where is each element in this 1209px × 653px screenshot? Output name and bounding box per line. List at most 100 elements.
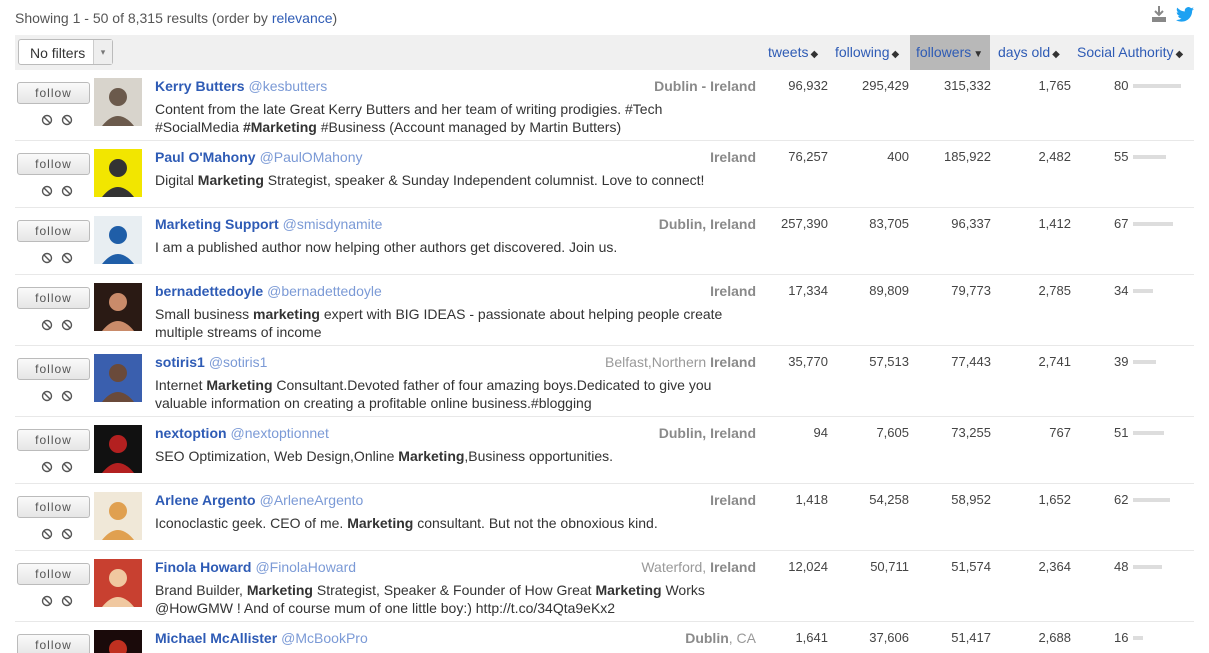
user-name-link[interactable]: Finola Howard @FinolaHoward [155,559,356,575]
cell-following: 400 [887,149,909,164]
user-handle[interactable]: @ArleneArgento [260,492,364,508]
user-bio: Small business marketing expert with BIG… [155,305,745,341]
cell-followers: 315,332 [944,78,991,93]
block-icon[interactable] [40,319,53,332]
user-name[interactable]: bernadettedoyle [155,283,263,299]
user-handle[interactable]: @PaulOMahony [260,149,363,165]
avatar[interactable] [94,559,142,607]
column-days-old[interactable]: days old ◆ [990,35,1070,70]
user-bio: Content from the late Great Kerry Butter… [155,100,745,136]
user-handle[interactable]: @kesbutters [248,78,327,94]
avatar[interactable] [94,283,142,331]
column-tweets[interactable]: tweets ◆ [760,35,828,70]
order-relevance-link[interactable]: relevance [272,10,333,26]
user-name[interactable]: Finola Howard [155,559,251,575]
cell-tweets: 94 [813,425,828,440]
cell-days-old: 2,688 [1038,630,1071,645]
mute-icon[interactable] [60,114,73,127]
block-icon[interactable] [40,528,53,541]
user-handle[interactable]: @nextoptionnet [231,425,329,441]
avatar[interactable] [94,216,142,264]
mute-icon[interactable] [60,252,73,265]
user-bio: I am a published author now helping othe… [155,238,745,256]
user-name-link[interactable]: nextoption @nextoptionnet [155,425,329,441]
mute-icon[interactable] [60,461,73,474]
bio-text: #Business (Account managed by Martin But… [316,119,622,135]
social-authority-bar [1133,565,1162,569]
sort-icon: ◆ [1052,49,1060,60]
user-name[interactable]: Michael McAllister [155,630,277,646]
bio-text: ,Business opportunities. [464,448,614,464]
user-name-link[interactable]: Kerry Butters @kesbutters [155,78,327,94]
filter-select[interactable]: No filters ▾ [18,39,113,65]
avatar[interactable] [94,78,142,126]
avatar[interactable] [94,425,142,473]
download-icon[interactable] [1149,4,1169,24]
location-text: Waterford, [641,559,711,575]
user-name-link[interactable]: Marketing Support @smisdynamite [155,216,382,232]
user-location: Ireland [710,283,756,299]
twitter-icon[interactable] [1175,4,1195,24]
bio-keyword: Marketing [206,377,273,393]
column-following[interactable]: following ◆ [828,35,910,70]
cell-social-authority: 55 [1114,149,1129,164]
user-location: Ireland [710,149,756,165]
user-handle[interactable]: @sotiris1 [209,354,268,370]
follow-button[interactable]: follow [17,220,90,242]
mute-icon[interactable] [60,185,73,198]
location-text: , CA [728,630,756,646]
user-location: Waterford, Ireland [641,559,756,575]
user-bio: Digital Marketing Strategist, speaker & … [155,171,745,189]
user-name-link[interactable]: bernadettedoyle @bernadettedoyle [155,283,382,299]
block-icon[interactable] [40,252,53,265]
user-name[interactable]: sotiris1 [155,354,205,370]
user-handle[interactable]: @McBookPro [281,630,368,646]
cell-tweets: 76,257 [788,149,828,164]
cell-days-old: 1,652 [1038,492,1071,507]
user-name[interactable]: Kerry Butters [155,78,244,94]
sort-desc-icon: ▼ [973,49,984,60]
follow-button[interactable]: follow [17,496,90,518]
avatar[interactable] [94,354,142,402]
user-handle[interactable]: @smisdynamite [283,216,383,232]
follow-button[interactable]: follow [17,358,90,380]
chevron-down-icon[interactable]: ▾ [93,40,112,64]
mute-icon[interactable] [60,319,73,332]
user-name-link[interactable]: Michael McAllister @McBookPro [155,630,368,646]
avatar[interactable] [94,492,142,540]
block-icon[interactable] [40,185,53,198]
block-icon[interactable] [40,390,53,403]
mute-icon[interactable] [60,390,73,403]
user-name[interactable]: nextoption [155,425,227,441]
user-name[interactable]: Paul O'Mahony [155,149,256,165]
social-authority-bar [1133,155,1166,159]
column-followers[interactable]: followers ▼ [910,35,990,70]
block-icon[interactable] [40,595,53,608]
sort-icon: ◆ [810,49,819,60]
column-social-authority[interactable]: Social Authority ◆ [1070,35,1194,70]
follow-button[interactable]: follow [17,153,90,175]
user-name-link[interactable]: Paul O'Mahony @PaulOMahony [155,149,363,165]
avatar[interactable] [94,149,142,197]
mute-icon[interactable] [60,528,73,541]
user-handle[interactable]: @bernadettedoyle [267,283,382,299]
follow-button[interactable]: follow [17,563,90,585]
user-name[interactable]: Marketing Support [155,216,279,232]
follow-button[interactable]: follow [17,82,90,104]
cell-days-old: 2,785 [1038,283,1071,298]
user-name[interactable]: Arlene Argento [155,492,256,508]
user-handle[interactable]: @FinolaHoward [255,559,356,575]
mute-icon[interactable] [60,595,73,608]
avatar[interactable] [94,630,142,653]
user-name-link[interactable]: sotiris1 @sotiris1 [155,354,267,370]
block-icon[interactable] [40,114,53,127]
block-icon[interactable] [40,461,53,474]
user-name-link[interactable]: Arlene Argento @ArleneArgento [155,492,363,508]
user-location: Dublin - Ireland [654,78,756,94]
location-match: Dublin, Ireland [658,425,756,441]
follow-button[interactable]: follow [17,429,90,451]
follow-button[interactable]: follow [17,634,90,653]
bio-text: Brand Builder, [155,582,247,598]
follow-button[interactable]: follow [17,287,90,309]
bio-text: Strategist, speaker & Sunday Independent… [263,172,705,188]
